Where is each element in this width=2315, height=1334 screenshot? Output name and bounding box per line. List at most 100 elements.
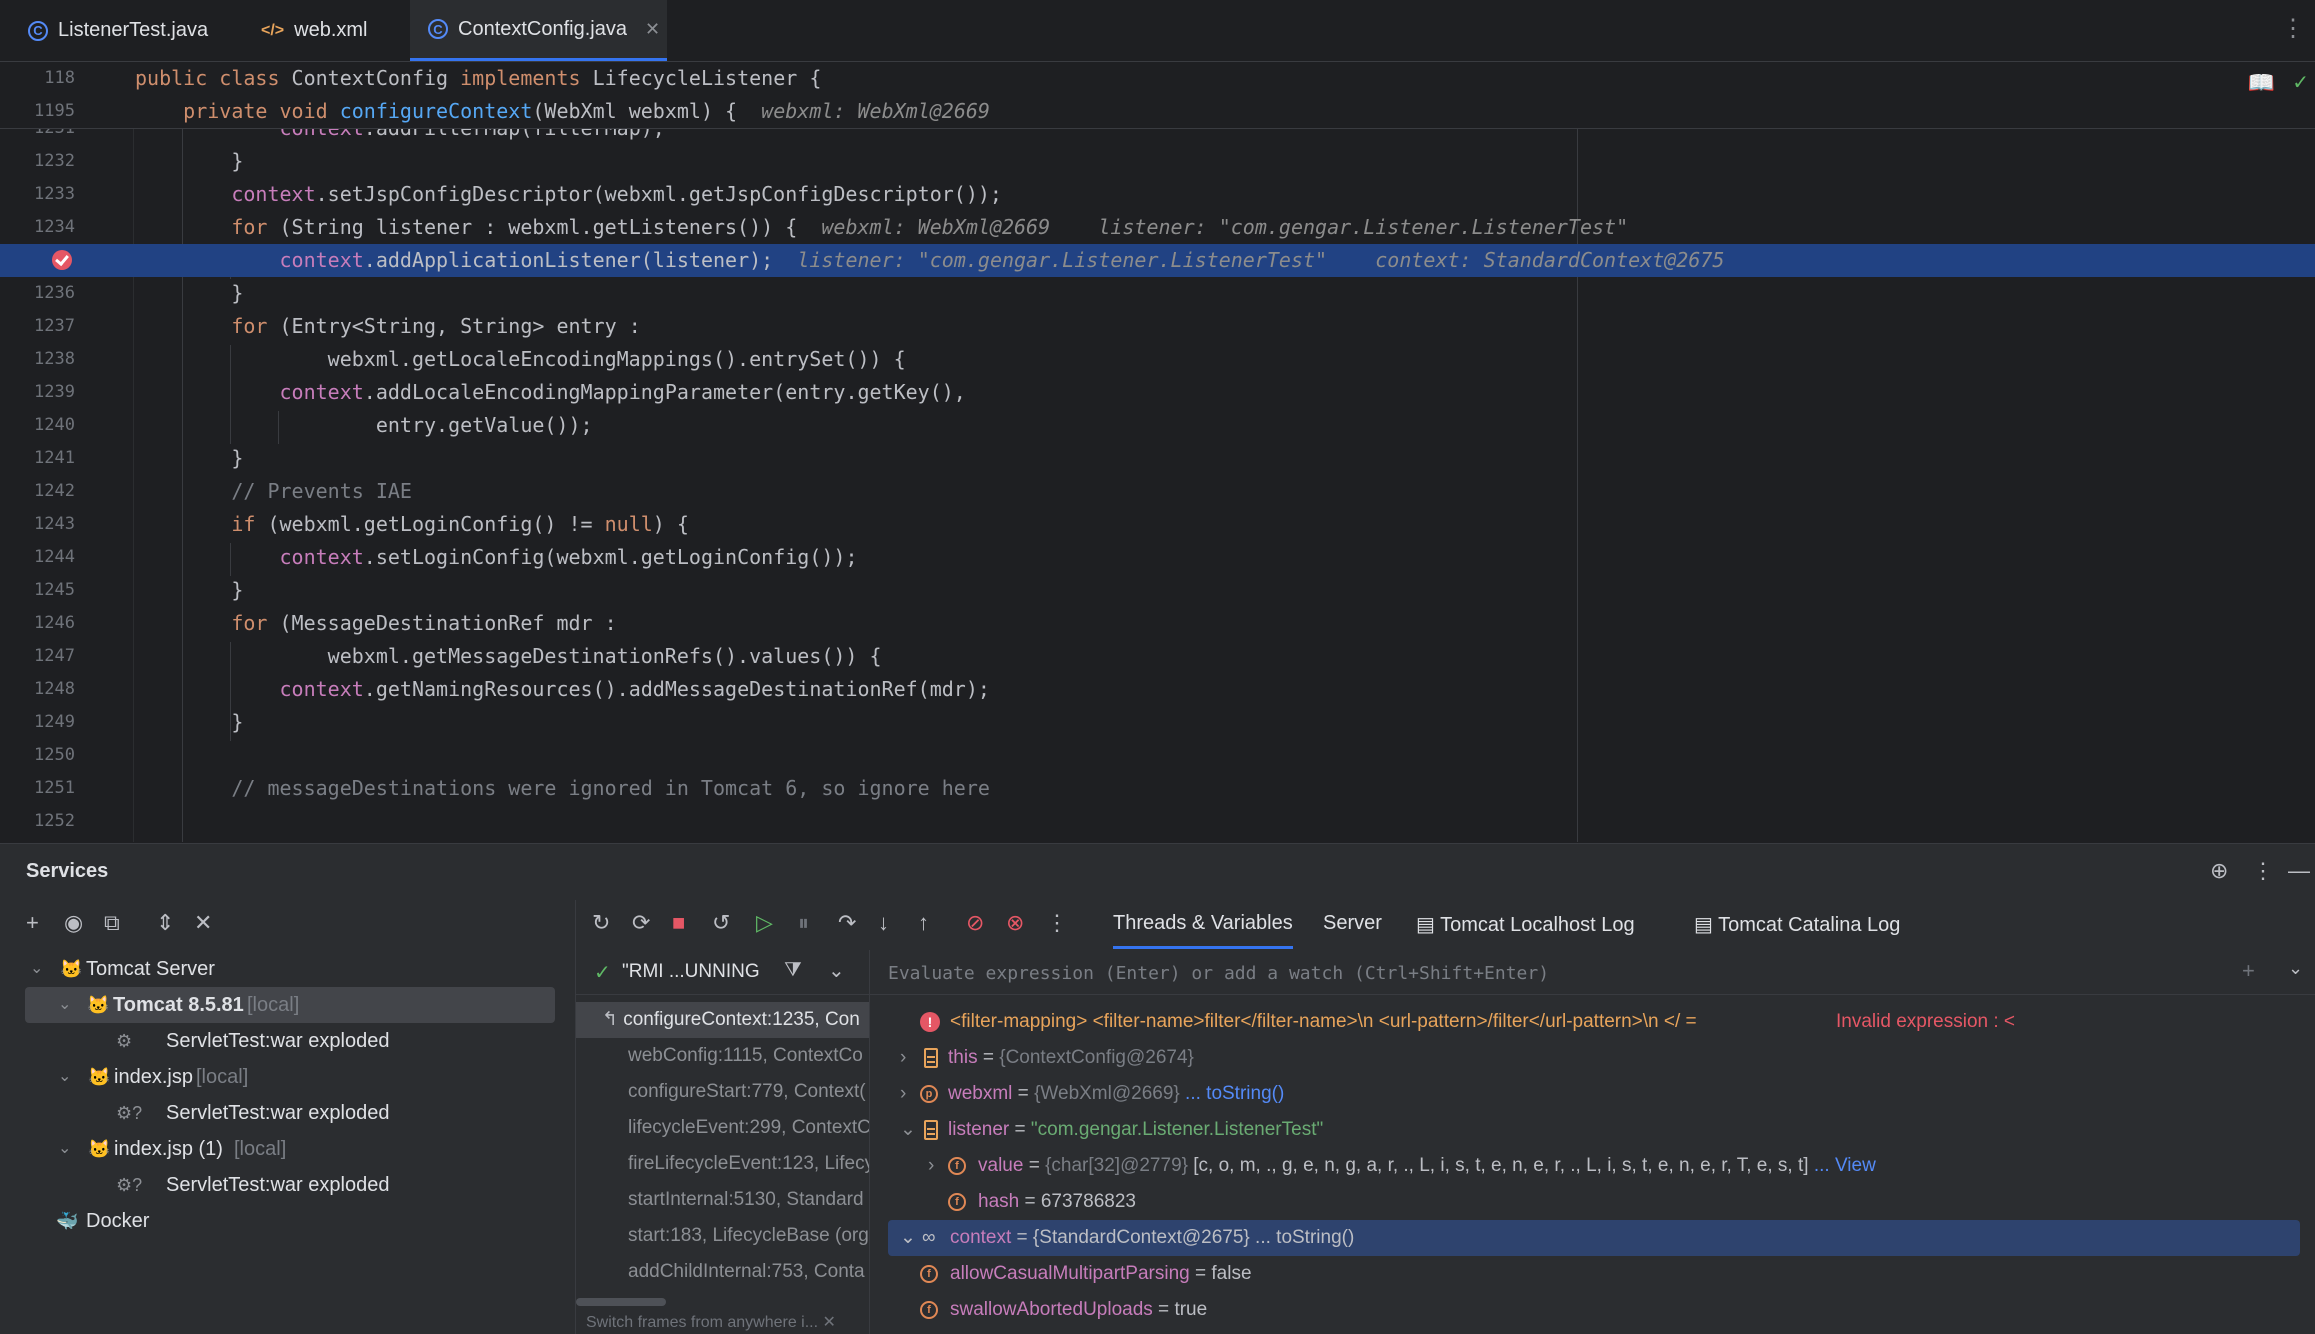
- rerun-icon[interactable]: ↻: [592, 910, 610, 936]
- more-options-icon[interactable]: ⋮: [1046, 910, 1068, 936]
- stack-frame[interactable]: addChildInternal:753, Conta: [576, 1254, 869, 1290]
- code-line[interactable]: 1241 }: [0, 442, 2315, 475]
- tree-item-artifact[interactable]: ⚙? ServletTest:war exploded: [0, 1095, 560, 1131]
- code-line[interactable]: 1250: [0, 739, 2315, 772]
- breakpoint-icon[interactable]: [52, 250, 72, 270]
- tab-tomcat-localhost-log[interactable]: ▤ Tomcat Localhost Log: [1416, 912, 1635, 937]
- reader-mode-icon[interactable]: 📖: [2248, 70, 2275, 96]
- tab-contextconfig[interactable]: C ContextConfig.java ✕: [410, 0, 667, 61]
- add-watch-icon[interactable]: +: [2242, 958, 2255, 984]
- new-tab-icon[interactable]: ⧉: [104, 910, 120, 936]
- tree-item-index-jsp-1[interactable]: ⌄ 🐱 index.jsp (1) [local]: [0, 1131, 560, 1167]
- more-options-icon[interactable]: ⋮: [2281, 14, 2305, 43]
- code-line[interactable]: 1238 webxml.getLocaleEncodingMappings().…: [0, 343, 2315, 376]
- chevron-down-icon[interactable]: ⌄: [828, 958, 845, 983]
- code-line[interactable]: 1245 }: [0, 574, 2315, 607]
- collapse-all-icon[interactable]: ✕: [194, 910, 212, 936]
- tab-listenertest[interactable]: C ListenerTest.java: [0, 0, 240, 61]
- code-line[interactable]: 1236 }: [0, 277, 2315, 310]
- view-link[interactable]: ... View: [1814, 1155, 1876, 1176]
- crosshair-icon[interactable]: ⊕: [2210, 858, 2228, 884]
- code-line[interactable]: 1247 webxml.getMessageDestinationRefs().…: [0, 640, 2315, 673]
- step-out-icon[interactable]: ↑: [918, 910, 929, 936]
- code-line[interactable]: 1252: [0, 805, 2315, 838]
- sticky-line[interactable]: 1195 private void configureContext(WebXm…: [0, 95, 2315, 128]
- tab-tomcat-catalina-log[interactable]: ▤ Tomcat Catalina Log: [1694, 912, 1900, 937]
- tree-item-artifact[interactable]: ⚙ ServletTest:war exploded: [0, 1023, 560, 1059]
- stack-frame[interactable]: configureStart:779, Context(: [576, 1074, 869, 1110]
- stop-icon[interactable]: ■: [672, 910, 685, 936]
- inspection-ok-icon[interactable]: ✓: [2292, 70, 2309, 95]
- chevron-down-icon[interactable]: ⌄: [2288, 958, 2303, 979]
- chevron-right-icon[interactable]: ›: [900, 1076, 906, 1112]
- expand-all-icon[interactable]: ⇕: [156, 910, 174, 936]
- resume-icon[interactable]: ▷: [756, 910, 773, 936]
- chevron-down-icon[interactable]: ⌄: [58, 987, 71, 1023]
- stack-frame[interactable]: ↰ configureContext:1235, Con: [576, 1002, 869, 1038]
- tostring-link[interactable]: ... toString(): [1185, 1083, 1284, 1104]
- update-app-icon[interactable]: ⟳: [632, 910, 650, 936]
- stack-frame[interactable]: fireLifecycleEvent:123, Lifecy: [576, 1146, 869, 1182]
- variable-row-this[interactable]: › this = {ContextConfig@2674}: [868, 1040, 2315, 1076]
- evaluate-expression-input[interactable]: [886, 958, 2190, 988]
- tree-item-artifact[interactable]: ⚙? ServletTest:war exploded: [0, 1167, 560, 1203]
- tree-item-tomcat-server[interactable]: ⌄ 🐱 Tomcat Server: [0, 951, 560, 987]
- mute-breakpoints-icon[interactable]: ⊗: [1006, 910, 1024, 936]
- code-editor[interactable]: 1231 context.addFilterMap(filterMap); 12…: [0, 129, 2315, 842]
- sticky-line[interactable]: 118 public class ContextConfig implement…: [0, 62, 2315, 95]
- code-line[interactable]: 1248 context.getNamingResources().addMes…: [0, 673, 2315, 706]
- code-line[interactable]: 1239 context.addLocaleEncodingMappingPar…: [0, 376, 2315, 409]
- restart-icon[interactable]: ↺: [712, 910, 730, 936]
- step-into-icon[interactable]: ↓: [878, 910, 889, 936]
- tab-web-xml[interactable]: </> web.xml: [255, 0, 405, 61]
- code-line[interactable]: 1233 context.setJspConfigDescriptor(webx…: [0, 178, 2315, 211]
- execution-line[interactable]: context.addApplicationListener(listener)…: [0, 244, 2315, 277]
- variable-row-hash[interactable]: f hash = 673786823: [868, 1184, 2315, 1220]
- variable-row-value[interactable]: › f value = {char[32]@2779} [c, o, m, .,…: [868, 1148, 2315, 1184]
- code-line[interactable]: 1249 }: [0, 706, 2315, 739]
- stack-frame[interactable]: lifecycleEvent:299, ContextC: [576, 1110, 869, 1146]
- tostring-link[interactable]: ... toString(): [1255, 1227, 1354, 1248]
- variable-row-error[interactable]: ! <filter-mapping> <filter-name>filter</…: [868, 1004, 2315, 1040]
- stack-frame[interactable]: webConfig:1115, ContextCo: [576, 1038, 869, 1074]
- variable-row-webxml[interactable]: › p webxml = {WebXml@2669} ... toString(…: [868, 1076, 2315, 1112]
- tab-threads-variables[interactable]: Threads & Variables: [1113, 912, 1293, 949]
- chevron-down-icon[interactable]: ⌄: [900, 1220, 916, 1256]
- horizontal-scrollbar[interactable]: [576, 1298, 666, 1306]
- chevron-down-icon[interactable]: ⌄: [58, 1059, 71, 1095]
- more-options-icon[interactable]: ⋮: [2252, 858, 2274, 884]
- chevron-right-icon[interactable]: ›: [900, 1040, 906, 1076]
- tab-server[interactable]: Server: [1323, 912, 1382, 935]
- eye-icon[interactable]: ◉: [64, 910, 83, 936]
- stack-frame[interactable]: start:183, LifecycleBase (org.: [576, 1218, 869, 1254]
- variable-row-context[interactable]: ⌄ ∞ context = {StandardContext@2675} ...…: [888, 1220, 2300, 1256]
- code-line[interactable]: 1234 for (String listener : webxml.getLi…: [0, 211, 2315, 244]
- tree-item-docker[interactable]: 🐳 Docker: [0, 1203, 560, 1239]
- chevron-down-icon[interactable]: ⌄: [58, 1131, 71, 1167]
- close-icon[interactable]: ✕: [823, 1314, 836, 1331]
- code-line[interactable]: 1251 // messageDestinations were ignored…: [0, 772, 2315, 805]
- code-line[interactable]: 1232 }: [0, 145, 2315, 178]
- pause-icon[interactable]: ⏸: [798, 910, 809, 936]
- filter-icon[interactable]: ⧩: [784, 959, 802, 982]
- variable-row-listener[interactable]: ⌄ listener = "com.gengar.Listener.Listen…: [868, 1112, 2315, 1148]
- code-line[interactable]: 1240 entry.getValue());: [0, 409, 2315, 442]
- variable-row-swallow[interactable]: f swallowAbortedUploads = true: [868, 1292, 2315, 1328]
- chevron-right-icon[interactable]: ›: [928, 1148, 934, 1184]
- code-line[interactable]: 1237 for (Entry<String, String> entry :: [0, 310, 2315, 343]
- tree-item-index-jsp[interactable]: ⌄ 🐱 index.jsp [local]: [0, 1059, 560, 1095]
- stack-frame[interactable]: startInternal:5130, Standard: [576, 1182, 869, 1218]
- add-icon[interactable]: +: [26, 910, 39, 936]
- thread-selector[interactable]: ✓ "RMI ...UNNING ⧩ ⌄: [576, 950, 869, 995]
- chevron-down-icon[interactable]: ⌄: [900, 1112, 916, 1148]
- minimize-icon[interactable]: —: [2288, 858, 2310, 884]
- code-line[interactable]: 1231 context.addFilterMap(filterMap);: [0, 129, 2315, 145]
- tree-item-tomcat-8581[interactable]: ⌄ 🐱 Tomcat 8.5.81 [local]: [25, 987, 555, 1023]
- variable-row-allowcasual[interactable]: f allowCasualMultipartParsing = false: [868, 1256, 2315, 1292]
- close-icon[interactable]: ✕: [645, 19, 660, 40]
- chevron-down-icon[interactable]: ⌄: [30, 951, 43, 987]
- code-line[interactable]: 1246 for (MessageDestinationRef mdr :: [0, 607, 2315, 640]
- code-line[interactable]: 1244 context.setLoginConfig(webxml.getLo…: [0, 541, 2315, 574]
- code-line[interactable]: 1243 if (webxml.getLoginConfig() != null…: [0, 508, 2315, 541]
- code-line[interactable]: 1242 // Prevents IAE: [0, 475, 2315, 508]
